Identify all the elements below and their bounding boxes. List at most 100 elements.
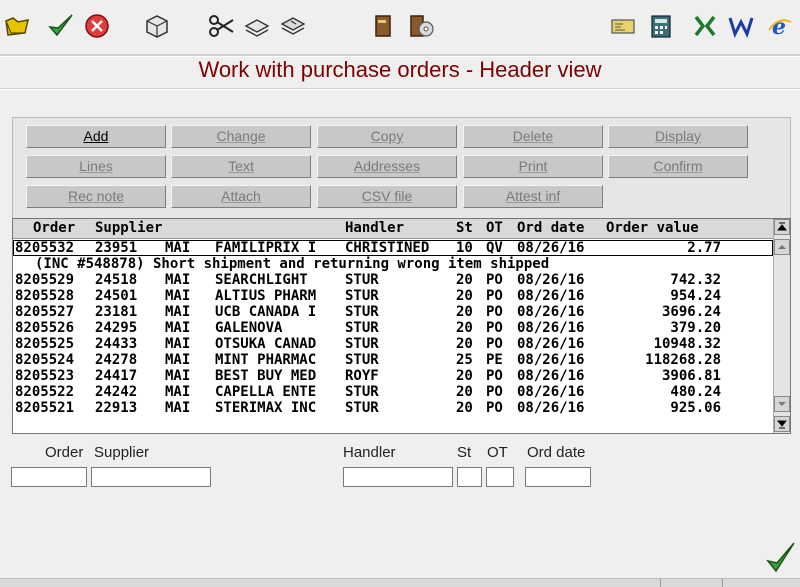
add-button[interactable]: Add — [26, 125, 166, 148]
attach-button[interactable]: Attach — [171, 185, 311, 208]
excel-icon[interactable] — [690, 8, 720, 44]
cell-handler: STUR — [345, 384, 379, 400]
cell-date: 08/26/16 — [517, 336, 585, 352]
table-row[interactable]: 8205525 24433 MAI OTSUKA CANAD STUR 20 PO 08/26… — [13, 336, 773, 352]
cell-ot: PO — [486, 288, 503, 304]
copy-button[interactable]: Copy — [317, 125, 457, 148]
cell-handler: STUR — [345, 304, 379, 320]
cell-ot: PO — [486, 272, 503, 288]
cell-st: 10 — [456, 240, 473, 256]
header-st[interactable]: St — [456, 219, 473, 238]
header-order[interactable]: Order — [33, 219, 75, 238]
print-button[interactable]: Print — [463, 155, 603, 178]
header-supplier[interactable]: Supplier — [95, 219, 162, 238]
cell-name: OTSUKA CANAD — [215, 336, 317, 352]
word-icon[interactable] — [726, 8, 756, 44]
cell-st: 20 — [456, 368, 473, 384]
cell-value: 742.32 — [670, 272, 721, 288]
header-ot[interactable]: OT — [486, 219, 503, 238]
filter-ord-date-input[interactable] — [525, 467, 591, 487]
cell-order: 8205527 — [15, 304, 75, 320]
cell-supplier: 24295 — [95, 320, 138, 336]
filter-ord-date-label: Ord date — [527, 444, 586, 461]
filter-order-input[interactable] — [11, 467, 87, 487]
cell-code: MAI — [165, 352, 191, 368]
cell-st: 20 — [456, 336, 473, 352]
cell-date: 08/26/16 — [517, 384, 585, 400]
cell-order: 8205523 — [15, 368, 75, 384]
attest-inf-button[interactable]: Attest inf — [463, 185, 603, 208]
confirm-check-icon[interactable] — [766, 541, 796, 575]
delete-button[interactable]: Delete — [463, 125, 603, 148]
cell-ot: QV — [486, 240, 503, 256]
title-separator — [0, 88, 800, 90]
cell-date: 08/26/16 — [517, 368, 585, 384]
table-row[interactable]: 8205532 23951 MAI FAMILIPRIX I CHRISTINED 10 Q… — [13, 240, 773, 256]
table-row[interactable]: 8205526 24295 MAI GALENOVA STUR 20 PO 08/26/16 3… — [13, 320, 773, 336]
paste-icon[interactable] — [278, 8, 308, 44]
csv-file-button[interactable]: CSV file — [317, 185, 457, 208]
scissors-icon[interactable] — [206, 8, 236, 44]
book-cd-icon[interactable] — [406, 8, 436, 44]
folder-open-icon[interactable] — [2, 8, 32, 44]
cell-date: 08/26/16 — [517, 240, 585, 256]
cell-date: 08/26/16 — [517, 352, 585, 368]
table-row[interactable]: 8205528 24501 MAI ALTIUS PHARM STUR 20 PO 08/26… — [13, 288, 773, 304]
cell-order: 8205532 — [15, 240, 75, 256]
cell-order: 8205522 — [15, 384, 75, 400]
scroll-bottom-button[interactable] — [774, 416, 790, 432]
internet-explorer-icon[interactable]: e — [764, 8, 794, 44]
header-ord-date[interactable]: Ord date — [517, 219, 584, 238]
cell-value: 2.77 — [687, 240, 721, 256]
header-order-value[interactable]: Order value — [606, 219, 699, 238]
header-handler[interactable]: Handler — [345, 219, 404, 238]
rec-note-button[interactable]: Rec note — [26, 185, 166, 208]
checkmark-icon[interactable] — [46, 8, 76, 44]
scroll-down-button[interactable] — [774, 396, 790, 412]
copy-icon[interactable] — [242, 8, 272, 44]
filter-st-input[interactable] — [457, 467, 482, 487]
cell-st: 20 — [456, 288, 473, 304]
lines-button[interactable]: Lines — [26, 155, 166, 178]
scroll-up-button[interactable] — [774, 239, 790, 255]
table-row[interactable]: 8205521 22913 MAI STERIMAX INC STUR 20 PO 08/26… — [13, 400, 773, 416]
confirm-button[interactable]: Confirm — [608, 155, 748, 178]
cancel-icon[interactable] — [82, 8, 112, 44]
cell-code: MAI — [165, 400, 191, 416]
addresses-button[interactable]: Addresses — [317, 155, 457, 178]
cell-ot: PO — [486, 320, 503, 336]
note-text: (INC #548878) Short shipment and returni… — [35, 256, 550, 272]
card-icon[interactable] — [608, 8, 638, 44]
toolbar: e — [0, 0, 800, 52]
calculator-icon[interactable] — [646, 8, 676, 44]
filter-supplier-input[interactable] — [91, 467, 211, 487]
package-icon[interactable] — [142, 8, 172, 44]
cell-name: UCB CANADA I — [215, 304, 317, 320]
purchase-orders-grid[interactable]: Order Supplier Handler St OT Ord date Or… — [12, 218, 791, 434]
cell-st: 20 — [456, 384, 473, 400]
cell-value: 954.24 — [670, 288, 721, 304]
table-row[interactable]: 8205522 24242 MAI CAPELLA ENTE STUR 20 PO 08/26… — [13, 384, 773, 400]
display-button[interactable]: Display — [608, 125, 748, 148]
grid-scrollbar[interactable] — [773, 219, 790, 433]
table-row[interactable]: 8205524 24278 MAI MINT PHARMAC STUR 25 PE 08/26… — [13, 352, 773, 368]
cell-st: 20 — [456, 272, 473, 288]
cell-name: GALENOVA — [215, 320, 283, 336]
change-button[interactable]: Change — [171, 125, 311, 148]
cell-code: MAI — [165, 288, 191, 304]
table-row[interactable]: 8205523 24417 MAI BEST BUY MED ROYF 20 PO 08/26… — [13, 368, 773, 384]
table-row[interactable]: 8205529 24518 MAI SEARCHLIGHT STUR 20 PO 08/26/… — [13, 272, 773, 288]
cell-handler: ROYF — [345, 368, 379, 384]
cell-handler: STUR — [345, 400, 379, 416]
table-row[interactable]: 8205527 23181 MAI UCB CANADA I STUR 20 PO 08/26… — [13, 304, 773, 320]
filter-ot-input[interactable] — [486, 467, 514, 487]
filter-handler-input[interactable] — [343, 467, 453, 487]
text-button[interactable]: Text — [171, 155, 311, 178]
book-icon[interactable] — [368, 8, 398, 44]
cell-date: 08/26/16 — [517, 272, 585, 288]
cell-name: ALTIUS PHARM — [215, 288, 317, 304]
cell-supplier: 23181 — [95, 304, 138, 320]
cell-supplier: 23951 — [95, 240, 138, 256]
cell-supplier: 24278 — [95, 352, 138, 368]
scroll-top-button[interactable] — [774, 219, 790, 235]
